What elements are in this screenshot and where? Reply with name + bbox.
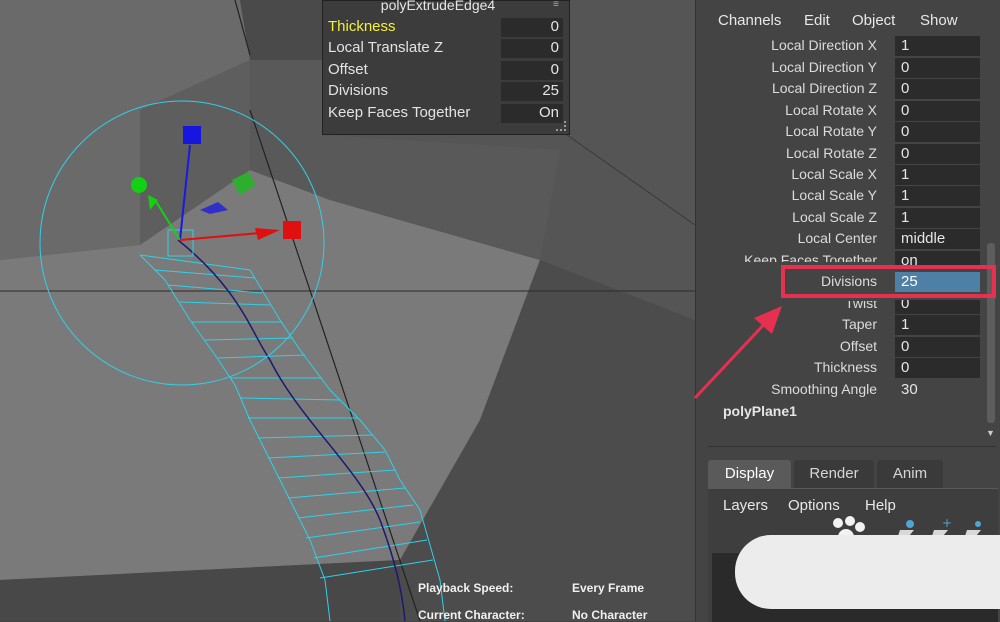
channel-label: Local Scale Y bbox=[791, 187, 877, 203]
hud-row-divisions: Divisions 25 bbox=[323, 81, 569, 102]
playback-speed-label: Playback Speed: bbox=[418, 581, 514, 595]
hud-value[interactable]: 0 bbox=[501, 18, 563, 37]
menu-edit[interactable]: Edit bbox=[804, 12, 830, 29]
current-character-label: Current Character: bbox=[418, 608, 525, 621]
viewport[interactable]: polyExtrudeEdge4 ≡ Thickness 0 Local Tra… bbox=[0, 0, 695, 621]
channel-box-scrollbar[interactable]: ▼ bbox=[984, 38, 998, 442]
channel-local-direction-x[interactable]: Local Direction X 1 bbox=[696, 36, 986, 57]
channel-label: Local Scale X bbox=[791, 166, 877, 182]
hud-row-offset: Offset 0 bbox=[323, 60, 569, 81]
layer-editor-tabs: Display Render Anim bbox=[708, 460, 998, 488]
channel-value[interactable]: 0 bbox=[895, 58, 980, 78]
annotation-arrow bbox=[693, 306, 782, 400]
channel-label: Local Direction Y bbox=[771, 59, 877, 75]
hud-value[interactable]: On bbox=[501, 104, 563, 123]
hud-value[interactable]: 0 bbox=[501, 61, 563, 80]
redacted-overlay bbox=[735, 535, 1000, 609]
tab-render[interactable]: Render bbox=[794, 460, 874, 488]
channel-value[interactable]: 0 bbox=[895, 79, 980, 99]
channel-value[interactable]: 1 bbox=[895, 36, 980, 56]
menu-help[interactable]: Help bbox=[865, 497, 896, 514]
channel-local-scale-z[interactable]: Local Scale Z 1 bbox=[696, 208, 986, 229]
menu-show[interactable]: Show bbox=[920, 12, 958, 29]
channel-label: Local Scale Z bbox=[792, 209, 877, 225]
hud-row-keep-faces-together: Keep Faces Together On bbox=[323, 103, 569, 124]
hud-value[interactable]: 0 bbox=[501, 39, 563, 58]
channel-label: Local Direction Z bbox=[771, 80, 877, 96]
resize-grip-icon[interactable] bbox=[556, 121, 566, 131]
hud-row-thickness: Thickness 0 bbox=[323, 17, 569, 38]
channel-value[interactable]: 1 bbox=[895, 165, 980, 185]
channel-value[interactable]: 0 bbox=[895, 101, 980, 121]
channel-local-rotate-y[interactable]: Local Rotate Y 0 bbox=[696, 122, 986, 143]
tab-anim[interactable]: Anim bbox=[877, 460, 943, 488]
channel-local-scale-y[interactable]: Local Scale Y 1 bbox=[696, 186, 986, 207]
hud-value[interactable]: 25 bbox=[501, 82, 563, 101]
hud-label: Offset bbox=[328, 61, 368, 78]
channel-value[interactable]: 0 bbox=[895, 122, 980, 142]
channel-local-direction-z[interactable]: Local Direction Z 0 bbox=[696, 79, 986, 100]
hud-label: Thickness bbox=[328, 18, 396, 35]
channel-label: Local Rotate X bbox=[785, 102, 877, 118]
channel-local-direction-y[interactable]: Local Direction Y 0 bbox=[696, 58, 986, 79]
divisions-highlight-box bbox=[781, 265, 996, 298]
channel-label: Local Center bbox=[797, 230, 877, 246]
channel-label: Local Rotate Y bbox=[785, 123, 877, 139]
tool-settings-hud: polyExtrudeEdge4 ≡ Thickness 0 Local Tra… bbox=[322, 0, 570, 135]
scroll-down-icon[interactable]: ▼ bbox=[986, 428, 995, 438]
channel-local-scale-x[interactable]: Local Scale X 1 bbox=[696, 165, 986, 186]
menu-options[interactable]: Options bbox=[788, 497, 840, 514]
channel-value[interactable]: 30 bbox=[895, 380, 980, 400]
hud-label: Local Translate Z bbox=[328, 39, 444, 56]
channel-local-rotate-x[interactable]: Local Rotate X 0 bbox=[696, 101, 986, 122]
channel-label: Local Rotate Z bbox=[785, 145, 877, 161]
hud-row-local-translate-z: Local Translate Z 0 bbox=[323, 38, 569, 59]
menu-object[interactable]: Object bbox=[852, 12, 895, 29]
menu-channels[interactable]: Channels bbox=[718, 12, 781, 29]
channel-label: Thickness bbox=[813, 359, 877, 375]
channel-value[interactable]: middle bbox=[895, 229, 980, 249]
current-character-value: No Character bbox=[572, 608, 648, 621]
playback-speed-value: Every Frame bbox=[572, 581, 645, 595]
channel-label: Taper bbox=[841, 316, 877, 332]
hud-title: polyExtrudeEdge4 bbox=[380, 0, 496, 13]
svg-text:+: + bbox=[942, 516, 952, 530]
channel-label: Local Direction X bbox=[771, 37, 877, 53]
channel-value[interactable]: 0 bbox=[895, 358, 980, 378]
channel-local-rotate-z[interactable]: Local Rotate Z 0 bbox=[696, 144, 986, 165]
hud-menu-icon[interactable]: ≡ bbox=[553, 0, 563, 10]
menu-layers[interactable]: Layers bbox=[723, 497, 768, 514]
channel-local-center[interactable]: Local Center middle bbox=[696, 229, 986, 250]
channel-value[interactable]: 0 bbox=[895, 144, 980, 164]
channel-value[interactable]: 1 bbox=[895, 315, 980, 335]
hud-label: Divisions bbox=[328, 82, 389, 99]
channel-box-menubar: Channels Edit Object Show bbox=[696, 0, 1000, 38]
panel-divider[interactable] bbox=[708, 446, 996, 447]
channel-label: Offset bbox=[839, 338, 877, 354]
hud-label: Keep Faces Together bbox=[328, 104, 471, 121]
viewport-status: Playback Speed: Every Frame Current Char… bbox=[410, 575, 695, 621]
channel-value[interactable]: 0 bbox=[895, 337, 980, 357]
channel-value[interactable]: 1 bbox=[895, 208, 980, 228]
tab-display[interactable]: Display bbox=[708, 460, 791, 488]
channel-value[interactable]: 1 bbox=[895, 186, 980, 206]
